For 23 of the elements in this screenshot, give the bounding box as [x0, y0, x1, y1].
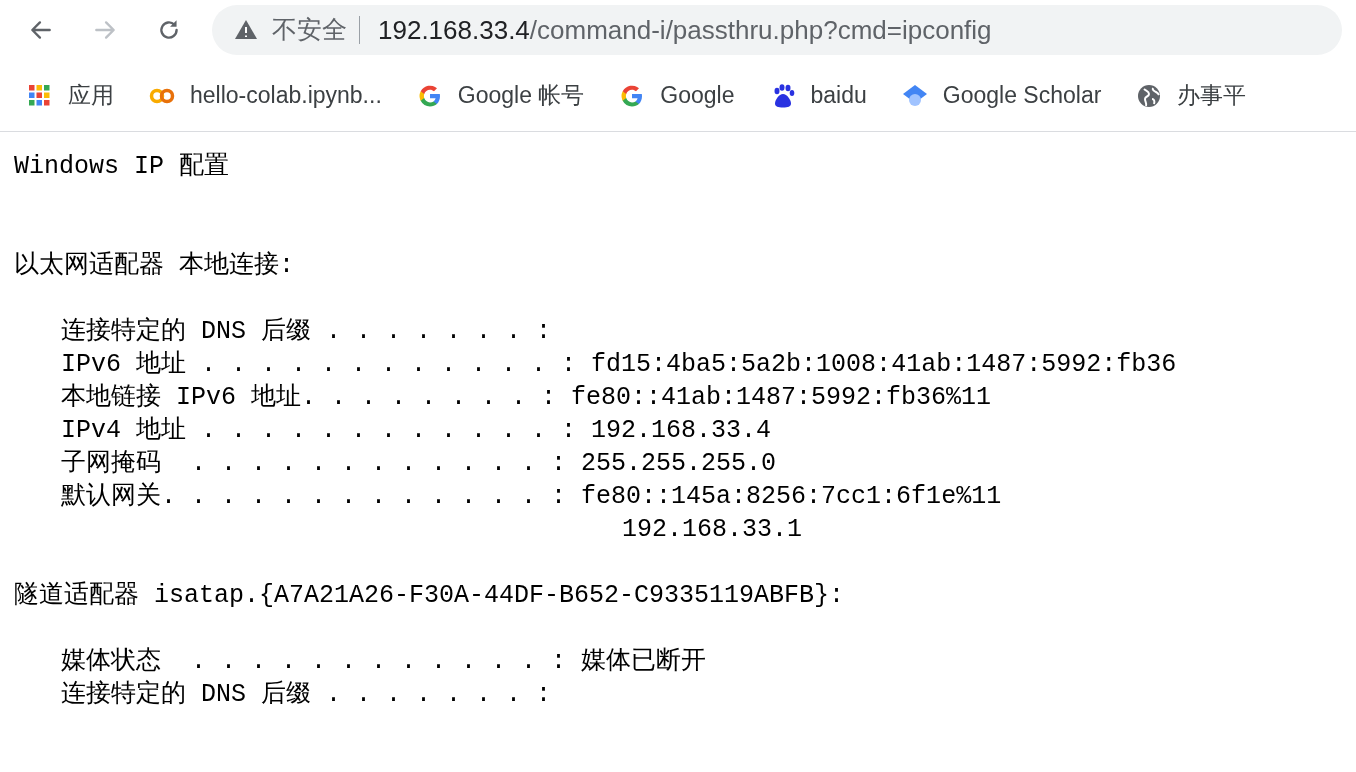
- bookmark[interactable]: baidu: [768, 78, 867, 113]
- output-line: IPv6 地址 . . . . . . . . . . . . : fd15:4ba5:5a2b:1008:41ab:1487:5992:fb36: [61, 349, 1177, 381]
- output-line: 192.168.33.1: [622, 514, 803, 546]
- bookmark[interactable]: 办事平: [1135, 78, 1247, 113]
- bookmark[interactable]: 应用: [26, 78, 114, 113]
- output-line: 媒体状态 . . . . . . . . . . . . : 媒体已断开: [61, 646, 707, 678]
- output-line: 本地链接 IPv6 地址. . . . . . . . : fe80::41ab:1487:5992:fb36%11: [61, 382, 992, 414]
- security-label[interactable]: 不安全: [272, 11, 347, 49]
- output-line: 子网掩码 . . . . . . . . . . . . : 255.255.255.0: [61, 448, 777, 480]
- bookmark[interactable]: hello-colab.ipynb...: [148, 78, 382, 113]
- section-title: 以太网适配器 本地连接:: [14, 250, 294, 282]
- output-line: IPv4 地址 . . . . . . . . . . . . : 192.168.33.4: [61, 415, 772, 447]
- url-text: 192.168.33.4/command-i/passthru.php?cmd=ipconfig: [378, 13, 992, 47]
- address-bar[interactable]: 不安全 192.168.33.4/command-i/passthru.php?cmd=ipconfig: [212, 5, 1342, 55]
- bookmark[interactable]: Google: [618, 78, 735, 113]
- output-heading: Windows IP 配置: [14, 151, 231, 183]
- output-line: 连接特定的 DNS 后缀 . . . . . . . :: [61, 679, 552, 711]
- warning-icon[interactable]: [234, 18, 258, 42]
- bookmark[interactable]: Google 帐号: [415, 78, 585, 113]
- output-line: 默认网关. . . . . . . . . . . . . : fe80::145a:8256:7cc1:6f1e%11: [61, 481, 1002, 513]
- section-title: 隧道适配器 isatap.{A7A21A26-F30A-44DF-B652-C9335119ABFB}:: [14, 580, 845, 612]
- bookmark[interactable]: Google Scholar: [900, 78, 1102, 113]
- output-line: 连接特定的 DNS 后缀 . . . . . . . :: [61, 316, 552, 348]
